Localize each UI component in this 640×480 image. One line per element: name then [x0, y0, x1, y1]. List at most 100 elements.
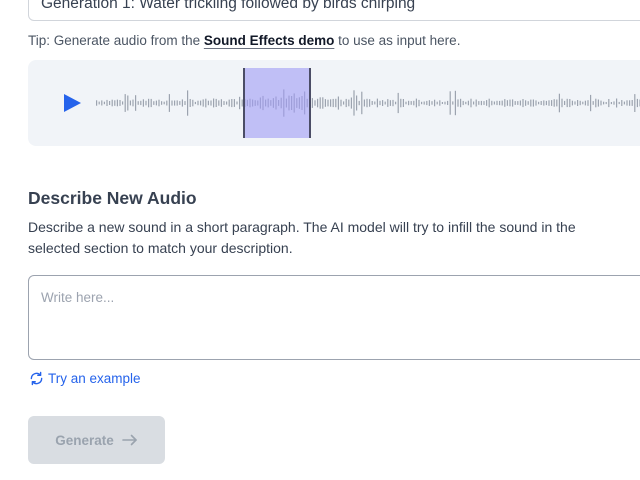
- waveform-bar: [158, 99, 160, 107]
- waveform-bar: [413, 100, 415, 106]
- waveform-bar: [109, 101, 111, 105]
- waveform-bar: [135, 95, 137, 111]
- waveform-bar: [527, 101, 529, 105]
- waveform-bar: [361, 91, 363, 115]
- waveform-bar: [551, 100, 553, 106]
- waveform-bar: [540, 101, 542, 105]
- waveform-bar: [236, 101, 238, 105]
- waveform-bar: [376, 98, 378, 108]
- waveform-bar: [171, 100, 173, 106]
- waveform-bar: [577, 100, 579, 106]
- waveform-bar: [444, 101, 446, 105]
- waveform-bar: [499, 100, 501, 106]
- waveform-bar: [382, 100, 384, 106]
- waveform-bar: [153, 101, 155, 105]
- sound-effects-demo-link[interactable]: Sound Effects demo: [204, 33, 335, 48]
- waveform-bar: [587, 100, 589, 106]
- waveform-bar: [405, 101, 407, 105]
- waveform-bar: [538, 101, 540, 105]
- waveform-bar: [496, 100, 498, 106]
- waveform-bar: [132, 99, 134, 107]
- waveform-bar: [449, 91, 451, 115]
- generate-button[interactable]: Generate: [28, 416, 165, 464]
- waveform-bar: [114, 100, 116, 106]
- waveform-bar: [571, 100, 573, 106]
- waveform-bar: [553, 99, 555, 107]
- refresh-icon: [30, 371, 43, 386]
- waveform-bar: [545, 100, 547, 106]
- tip-text: Tip: Generate audio from the Sound Effec…: [28, 33, 460, 48]
- waveform-bar: [317, 98, 319, 108]
- waveform-bar: [366, 98, 368, 108]
- waveform-bar: [345, 98, 347, 108]
- waveform-bar: [434, 99, 436, 107]
- waveform-bar: [535, 100, 537, 106]
- selected-region[interactable]: [243, 68, 311, 138]
- try-example-label: Try an example: [48, 371, 141, 386]
- waveform-bar: [631, 100, 633, 106]
- waveform-bar: [613, 101, 615, 105]
- waveform-bar: [356, 95, 358, 111]
- waveform-bar: [441, 102, 443, 104]
- waveform-bar: [428, 100, 430, 106]
- waveform-bar: [509, 99, 511, 107]
- waveform-bar: [579, 100, 581, 106]
- waveform-bar: [454, 90, 456, 116]
- waveform-bar: [111, 99, 113, 107]
- waveform-bar: [493, 101, 495, 105]
- waveform-bar: [543, 100, 545, 106]
- waveform-bar: [369, 99, 371, 107]
- waveform-bar: [184, 101, 186, 105]
- waveform-bar: [137, 101, 139, 105]
- waveform-bar: [226, 101, 228, 105]
- waveform-bar: [605, 102, 607, 105]
- waveform-bar: [322, 97, 324, 109]
- waveform-bar: [634, 94, 636, 112]
- play-icon[interactable]: [64, 94, 81, 112]
- waveform-bar: [561, 98, 563, 108]
- waveform-bar: [483, 101, 485, 105]
- waveform-bar: [387, 99, 389, 107]
- waveform-bar: [590, 94, 592, 112]
- waveform-bar: [311, 98, 313, 108]
- waveform-bar: [343, 101, 345, 105]
- source-audio-field[interactable]: Generation 1: Water trickling followed b…: [28, 0, 640, 21]
- waveform-bar: [324, 99, 326, 107]
- tip-prefix: Tip: Generate audio from the: [28, 33, 204, 48]
- try-example-link[interactable]: Try an example: [29, 371, 141, 386]
- waveform-bar: [179, 101, 181, 105]
- waveform-bar: [181, 99, 183, 107]
- waveform-bar: [636, 98, 638, 108]
- waveform-bar: [168, 94, 170, 112]
- waveform-bar: [145, 100, 147, 106]
- waveform-bar: [402, 99, 404, 107]
- waveform-bar: [374, 101, 376, 105]
- waveform-bar: [564, 100, 566, 105]
- waveform-bar: [600, 100, 602, 106]
- waveform-bar: [462, 100, 464, 106]
- section-description: Describe a new sound in a short paragrap…: [28, 219, 576, 256]
- waveform-bar: [439, 100, 441, 106]
- waveform-bar: [210, 100, 212, 106]
- waveform-bar: [200, 100, 202, 106]
- description-input[interactable]: [28, 275, 640, 360]
- waveform-bar: [207, 100, 209, 106]
- waveform-bar: [410, 101, 412, 105]
- waveform-bar: [215, 98, 217, 107]
- waveform-bar: [475, 99, 477, 107]
- waveform-bar: [205, 98, 207, 108]
- waveform-bar: [213, 98, 215, 108]
- waveform[interactable]: [96, 60, 640, 146]
- waveform-bar: [418, 99, 420, 107]
- waveform-bar: [189, 99, 191, 107]
- waveform-bar: [574, 101, 576, 105]
- waveform-bar: [192, 99, 194, 107]
- waveform-bar: [517, 101, 519, 105]
- waveform-bar: [447, 100, 449, 105]
- waveform-bar: [626, 100, 628, 106]
- waveform-bar: [556, 99, 558, 107]
- waveform-bar: [595, 98, 597, 108]
- source-audio-value: Generation 1: Water trickling followed b…: [41, 0, 416, 12]
- waveform-bar: [592, 101, 594, 105]
- waveform-bar: [408, 100, 410, 106]
